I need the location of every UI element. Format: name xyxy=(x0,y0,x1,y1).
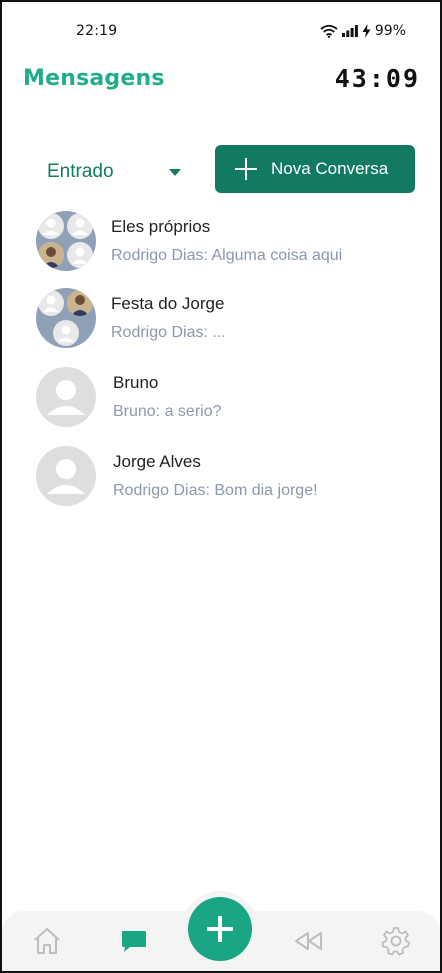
home-icon[interactable] xyxy=(29,923,65,959)
add-button[interactable] xyxy=(188,897,252,961)
conversation-name: Jorge Alves xyxy=(113,452,201,471)
status-indicators: 99% xyxy=(320,23,406,39)
conversation-item[interactable]: Bruno Bruno: a serio? xyxy=(32,367,412,437)
plus-icon xyxy=(235,158,257,180)
status-time: 22:19 xyxy=(76,23,118,39)
conversation-preview: Rodrigo Dias: ... xyxy=(111,324,226,341)
member-avatar xyxy=(38,290,64,316)
signal-icon xyxy=(341,25,358,37)
chevron-down-icon xyxy=(169,168,181,176)
filter-selected-value: Entrado xyxy=(47,161,114,182)
add-icon xyxy=(207,916,233,942)
conversation-preview: Bruno: a serio? xyxy=(113,403,222,420)
chat-icon[interactable] xyxy=(116,923,152,959)
conversation-preview: Rodrigo Dias: Alguma coisa aqui xyxy=(111,247,343,264)
settings-icon[interactable] xyxy=(378,923,414,959)
member-avatar xyxy=(67,213,93,239)
filter-dropdown[interactable]: Entrado xyxy=(47,157,185,187)
charging-icon xyxy=(362,24,371,38)
session-timer: 43:09 xyxy=(334,64,420,93)
wifi-icon xyxy=(320,24,338,38)
conversation-item[interactable]: Festa do Jorge Rodrigo Dias: ... xyxy=(32,288,412,358)
conversation-preview: Rodrigo Dias: Bom dia jorge! xyxy=(113,482,318,499)
rewind-icon[interactable] xyxy=(291,923,327,959)
phone-screen: 22:19 99% Mensagens 43:09 Entrado Nova C… xyxy=(0,0,442,973)
conversation-name: Bruno xyxy=(113,373,159,392)
conversation-name: Eles próprios xyxy=(111,217,211,236)
status-bar: 22:19 99% xyxy=(2,2,440,42)
member-avatar xyxy=(53,320,79,346)
battery-percent: 99% xyxy=(374,23,406,39)
member-photo-avatar xyxy=(67,290,93,316)
conversation-item[interactable]: Jorge Alves Rodrigo Dias: Bom dia jorge! xyxy=(32,446,412,516)
new-conversation-button[interactable]: Nova Conversa xyxy=(215,145,415,193)
group-avatar xyxy=(36,211,96,271)
conversation-name: Festa do Jorge xyxy=(111,294,225,313)
user-avatar xyxy=(36,367,96,427)
member-avatar xyxy=(67,242,93,268)
group-avatar xyxy=(36,288,96,348)
member-avatar xyxy=(38,213,64,239)
page-title: Mensagens xyxy=(23,66,165,91)
member-photo-avatar xyxy=(38,242,64,268)
new-conversation-label: Nova Conversa xyxy=(271,159,389,178)
user-avatar xyxy=(36,446,96,506)
conversation-item[interactable]: Eles próprios Rodrigo Dias: Alguma coisa… xyxy=(32,211,412,281)
